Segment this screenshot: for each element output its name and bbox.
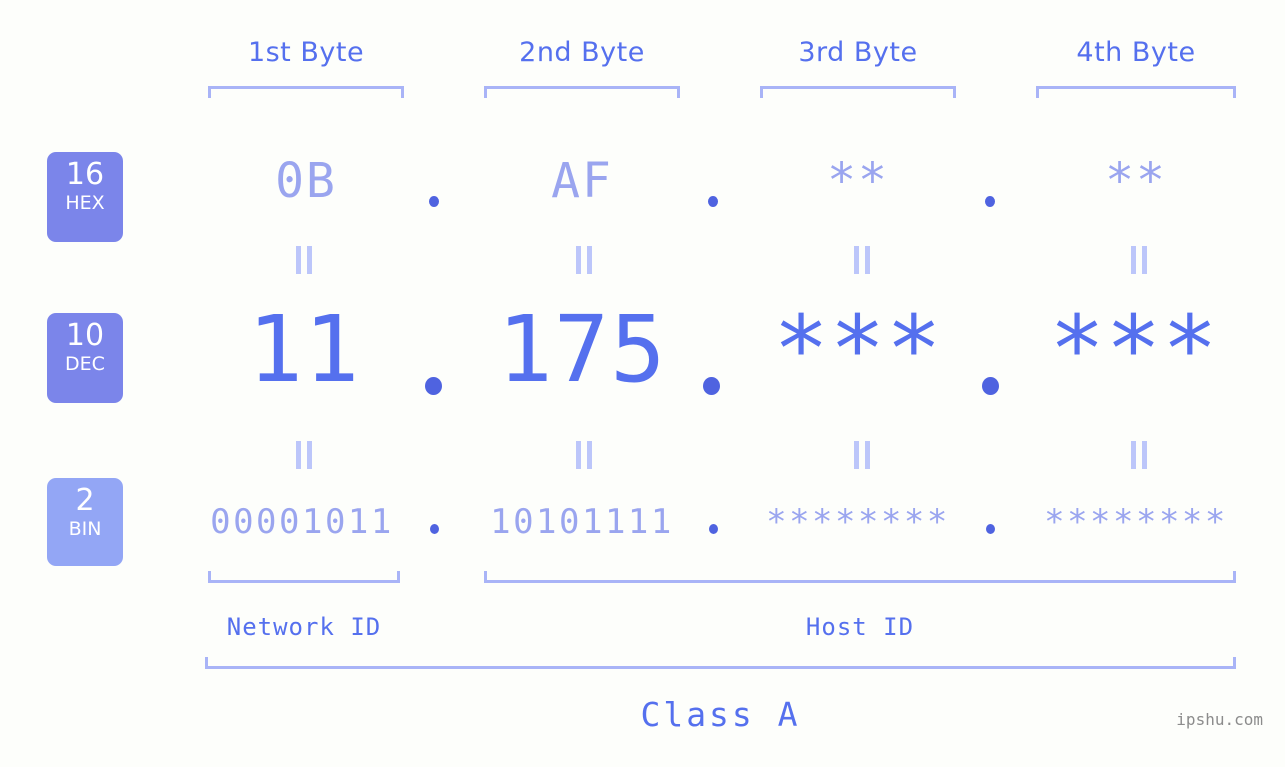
ip-breakdown-diagram: 1st Byte 2nd Byte 3rd Byte 4th Byte 16 H… — [0, 0, 1285, 767]
equals-icon-hex-dec-2 — [568, 246, 598, 274]
byte-header-1: 1st Byte — [247, 37, 365, 68]
host-id-bracket — [484, 571, 1236, 583]
dec-separator-dot-2 — [703, 377, 720, 395]
equals-icon-dec-bin-3 — [846, 441, 876, 469]
radix-badge-bin: 2 BIN — [47, 478, 123, 566]
byte-header-2: 2nd Byte — [519, 37, 645, 68]
hex-separator-dot-1 — [429, 196, 439, 207]
hex-byte-1: 0B — [275, 153, 337, 209]
bin-separator-dot-2 — [709, 524, 718, 534]
dec-separator-dot-3 — [982, 377, 999, 395]
dec-byte-1: 11 — [247, 296, 361, 403]
dec-separator-dot-1 — [425, 377, 442, 395]
radix-badge-hex: 16 HEX — [47, 152, 123, 242]
network-id-bracket — [208, 571, 400, 583]
equals-icon-dec-bin-4 — [1123, 441, 1153, 469]
dec-byte-3: *** — [773, 296, 943, 403]
equals-icon-hex-dec-3 — [846, 246, 876, 274]
byte-bracket-4 — [1036, 86, 1236, 98]
site-watermark: ipshu.com — [1176, 710, 1263, 729]
bin-byte-4: ******** — [1044, 502, 1228, 542]
dec-byte-2: 175 — [497, 296, 667, 403]
bin-separator-dot-3 — [986, 524, 995, 534]
byte-bracket-2 — [484, 86, 680, 98]
hex-byte-2: AF — [551, 153, 613, 209]
radix-badge-bin-name: BIN — [68, 518, 102, 540]
byte-bracket-1 — [208, 86, 404, 98]
radix-badge-hex-number: 16 — [65, 157, 105, 192]
radix-badge-dec-name: DEC — [65, 353, 105, 375]
hex-separator-dot-3 — [985, 196, 995, 207]
equals-icon-hex-dec-4 — [1123, 246, 1153, 274]
bin-byte-1: 00001011 — [210, 502, 394, 542]
bin-byte-3: ******** — [766, 502, 950, 542]
radix-badge-dec-number: 10 — [65, 318, 105, 353]
hex-separator-dot-2 — [708, 196, 718, 207]
class-label: Class A — [640, 695, 801, 734]
byte-bracket-3 — [760, 86, 956, 98]
host-id-label: Host ID — [805, 613, 915, 641]
dec-byte-4: *** — [1049, 296, 1219, 403]
network-id-label: Network ID — [226, 613, 382, 641]
radix-badge-dec: 10 DEC — [47, 313, 123, 403]
bin-separator-dot-1 — [430, 524, 439, 534]
class-bracket — [205, 657, 1236, 669]
equals-icon-dec-bin-1 — [288, 441, 318, 469]
equals-icon-dec-bin-2 — [568, 441, 598, 469]
radix-badge-hex-name: HEX — [65, 192, 105, 214]
equals-icon-hex-dec-1 — [288, 246, 318, 274]
byte-header-4: 4th Byte — [1076, 37, 1196, 68]
radix-badge-bin-number: 2 — [75, 483, 95, 518]
hex-byte-3: ** — [827, 153, 889, 209]
byte-header-3: 3rd Byte — [798, 37, 918, 68]
hex-byte-4: ** — [1105, 153, 1167, 209]
bin-byte-2: 10101111 — [490, 502, 674, 542]
